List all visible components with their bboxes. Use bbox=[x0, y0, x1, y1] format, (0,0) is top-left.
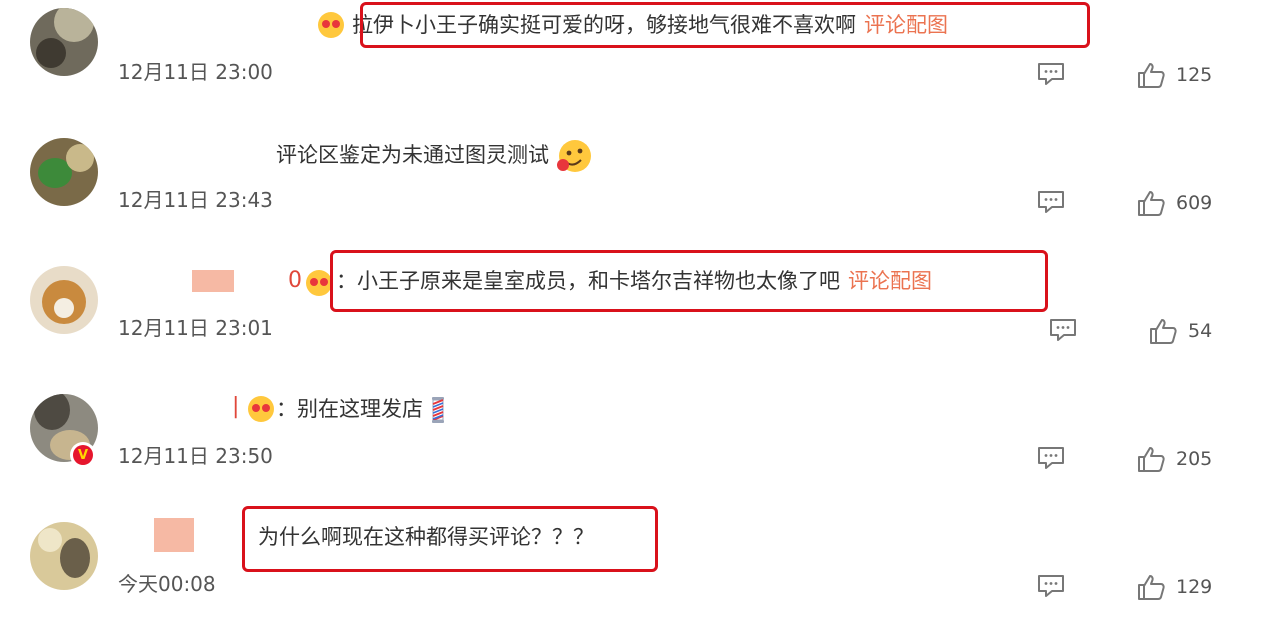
emoji-badge-icon bbox=[248, 396, 274, 422]
comment-body: 为什么啊现在这种都得买评论？？？ bbox=[258, 525, 594, 549]
comment-time: 12月11日 23:00 bbox=[118, 60, 273, 84]
like-count: 129 bbox=[1176, 576, 1213, 598]
like-button[interactable]: 54 bbox=[1148, 316, 1212, 346]
comment-item-4: V | ：别在这理发店 12月11日 23:50 205 bbox=[0, 384, 1270, 512]
comment-item-1: 拉伊卜小王子确实挺可爱的呀，够接地气很难不喜欢啊 评论配图 12月11日 23:0… bbox=[0, 0, 1270, 128]
comment-text: ：别在这理发店 bbox=[276, 394, 447, 424]
comment-time: 今天00:08 bbox=[118, 572, 216, 596]
comment-text: 评论区鉴定为未通过图灵测试 bbox=[276, 138, 593, 174]
verified-icon: V bbox=[73, 445, 93, 465]
comment-time: 12月11日 23:43 bbox=[118, 188, 273, 212]
avatar[interactable] bbox=[30, 138, 98, 206]
reply-icon[interactable] bbox=[1036, 573, 1066, 599]
drooling-face-emoji bbox=[557, 140, 591, 172]
username-fragment-icon: | bbox=[232, 394, 240, 419]
like-count: 125 bbox=[1176, 64, 1213, 86]
avatar[interactable] bbox=[30, 522, 98, 590]
comment-text: 为什么啊现在这种都得买评论？？？ bbox=[258, 522, 594, 552]
thumbs-up-icon bbox=[1138, 63, 1165, 88]
like-count: 609 bbox=[1176, 192, 1213, 214]
username-mosaic bbox=[154, 518, 194, 552]
comment-time: 12月11日 23:01 bbox=[118, 316, 273, 340]
username-mosaic bbox=[192, 270, 234, 292]
comment-item-2: 评论区鉴定为未通过图灵测试 12月11日 23:43 609 bbox=[0, 128, 1270, 256]
like-count: 205 bbox=[1176, 448, 1213, 470]
comment-item-5: 为什么啊现在这种都得买评论？？？ 今天00:08 129 bbox=[0, 506, 1270, 640]
barber-pole-emoji bbox=[432, 397, 444, 423]
thumbs-up-icon bbox=[1150, 319, 1177, 344]
avatar[interactable] bbox=[30, 8, 98, 76]
like-count: 54 bbox=[1188, 320, 1213, 342]
reply-icon[interactable] bbox=[1048, 317, 1078, 343]
highlight-box bbox=[360, 2, 1090, 48]
emoji-badge-icon bbox=[306, 270, 332, 296]
comment-item-3: 0 ：小王子原来是皇室成员，和卡塔尔吉祥物也太像了吧 评论配图 12月11日 23… bbox=[0, 250, 1270, 384]
thumbs-up-icon bbox=[1138, 447, 1165, 472]
thumbs-up-icon bbox=[1138, 191, 1165, 216]
emoji-badge-icon bbox=[318, 12, 344, 38]
like-button[interactable]: 129 bbox=[1136, 572, 1212, 602]
verified-badge: V bbox=[70, 442, 96, 468]
comment-body: 评论区鉴定为未通过图灵测试 bbox=[276, 143, 549, 167]
like-button[interactable]: 609 bbox=[1136, 188, 1212, 218]
comment-time: 12月11日 23:50 bbox=[118, 444, 273, 468]
avatar[interactable] bbox=[30, 266, 98, 334]
username-fragment-icon: 0 bbox=[288, 268, 302, 293]
reply-icon[interactable] bbox=[1036, 445, 1066, 471]
reply-icon[interactable] bbox=[1036, 61, 1066, 87]
thumbs-up-icon bbox=[1138, 575, 1165, 600]
like-button[interactable]: 205 bbox=[1136, 444, 1212, 474]
highlight-box bbox=[330, 250, 1048, 312]
comment-body: 别在这理发店 bbox=[297, 397, 423, 421]
reply-icon[interactable] bbox=[1036, 189, 1066, 215]
like-button[interactable]: 125 bbox=[1136, 60, 1212, 90]
